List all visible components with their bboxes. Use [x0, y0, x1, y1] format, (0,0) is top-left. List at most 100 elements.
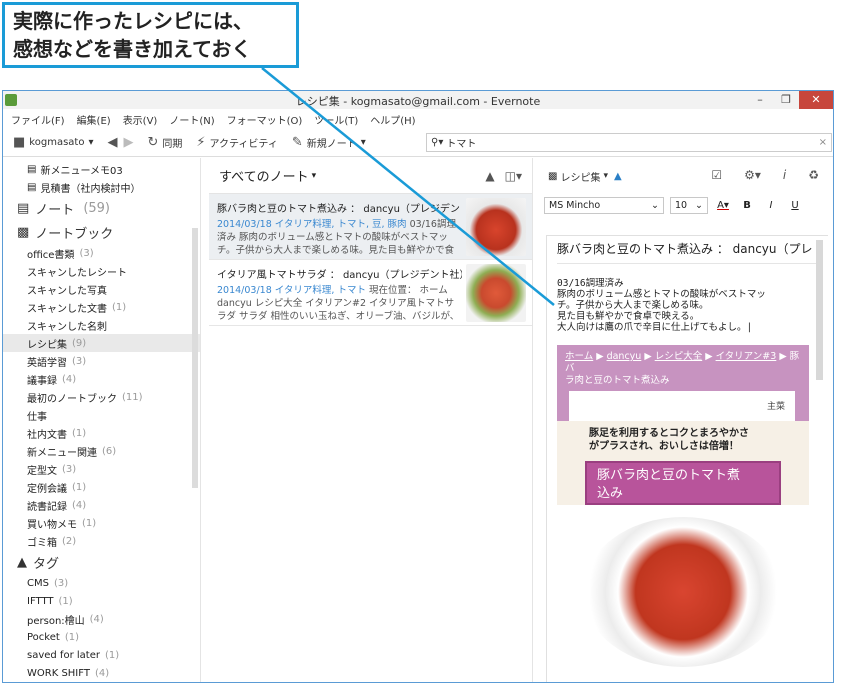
share-icon[interactable]: ▲ [485, 169, 494, 183]
search-input[interactable]: ⚲▾ トマト × [426, 133, 832, 152]
sidebar-tag[interactable]: person:檜山 (4) [3, 610, 200, 628]
sidebar-notebooks[interactable]: ▩ ノートブック [3, 220, 200, 244]
sidebar-notebook[interactable]: 定例会議 (1) [3, 478, 200, 496]
shortcut-note[interactable]: ▤ 見積書（社内検討中） [3, 178, 200, 196]
notebook-icon: ▩ [548, 170, 558, 182]
sidebar-notebook[interactable]: スキャンした写真 [3, 280, 200, 298]
minimize-button[interactable]: – [747, 91, 773, 109]
sidebar-notebook-count: (3) [72, 355, 87, 367]
sidebar-notebook[interactable]: 定型文 (3) [3, 460, 200, 478]
new-note-button[interactable]: ✎ 新規ノート ▾ [292, 135, 366, 150]
sidebar-notebook-label: スキャンした文書 [27, 303, 107, 315]
sidebar-scrollbar[interactable] [192, 228, 198, 488]
breadcrumb-italian[interactable]: イタリアン#3 [716, 351, 777, 362]
editor-body[interactable]: 豚バラ肉と豆のトマト煮込み ： dancyu（プレ 03/16調理済み 豚肉のボ… [546, 235, 828, 682]
sidebar-notebook[interactable]: レシピ集 (9) [3, 334, 200, 352]
new-note-label: 新規ノート [306, 139, 357, 150]
sidebar-notes[interactable]: ▤ ノート (59) [3, 196, 200, 220]
info-icon[interactable]: i [783, 168, 786, 182]
sidebar-tag[interactable]: saved for later (1) [3, 646, 200, 664]
menu-view[interactable]: 表示(V) [123, 112, 158, 127]
sidebar-notebook[interactable]: 買い物メモ (1) [3, 514, 200, 532]
view-options-icon[interactable]: ◫▾ [505, 169, 522, 183]
trash-icon[interactable]: ♻ [808, 168, 819, 182]
note-list-title[interactable]: すべてのノート [219, 166, 309, 185]
sidebar-tag-label: saved for later [27, 649, 100, 661]
sidebar-notebook[interactable]: 新メニュー関連 (6) [3, 442, 200, 460]
breadcrumb-dancyu[interactable]: dancyu [607, 351, 642, 362]
sidebar-notebook-count: (6) [102, 445, 117, 457]
menu-note[interactable]: ノート(N) [169, 112, 214, 127]
sidebar-tags[interactable]: ▲ タグ [3, 550, 200, 574]
activity-label: アクティビティ [209, 139, 278, 150]
note-date: 2014/03/18 [217, 219, 272, 230]
sidebar-notebook[interactable]: 社内文書 (1) [3, 424, 200, 442]
body-line: 03/16調理済み [557, 278, 624, 289]
sidebar-tag[interactable]: Pocket (1) [3, 628, 200, 646]
sidebar-tag[interactable]: WORK SHIFT (4) [3, 664, 200, 682]
note-card[interactable]: 豚バラ肉と豆のトマト煮込み ： dancyu（プレジデント社） 2014/03/… [209, 194, 532, 260]
forward-arrow-icon[interactable]: ▶ [123, 135, 133, 150]
editor-notebook[interactable]: レシピ集 [560, 169, 600, 184]
share-menu-icon[interactable]: ⚙▾ [744, 168, 761, 182]
underline-button[interactable]: U [786, 200, 804, 211]
sidebar-notebook[interactable]: office書類 (3) [3, 244, 200, 262]
sidebar-notebook[interactable]: 議事録 (4) [3, 370, 200, 388]
clear-search-icon[interactable]: × [819, 137, 827, 148]
sync-button[interactable]: ↻ 同期 [147, 135, 182, 150]
shortcut-label: 新メニューメモ03 [40, 165, 123, 177]
sidebar-notebook[interactable]: ゴミ箱 (2) [3, 532, 200, 550]
sidebar: ▤ 新メニューメモ03 ▤ 見積書（社内検討中） ▤ ノート (59) ▩ ノー… [3, 158, 201, 682]
tags-label: タグ [33, 556, 60, 572]
activity-button[interactable]: ⚡ アクティビティ [196, 135, 277, 150]
sidebar-tag-label: CMS [27, 577, 49, 589]
font-color-button[interactable]: A▾ [714, 200, 732, 211]
note-icon: ▤ [27, 163, 37, 175]
menu-edit[interactable]: 編集(E) [77, 112, 111, 127]
close-button[interactable]: ✕ [799, 91, 833, 109]
editor-scrollbar[interactable] [816, 240, 823, 380]
menu-bar: ファイル(F) 編集(E) 表示(V) ノート(N) フォーマット(O) ツール… [3, 109, 833, 129]
shortcut-label: 見積書（社内検討中） [40, 183, 141, 195]
sidebar-tag[interactable]: CMS (3) [3, 574, 200, 592]
sidebar-tag[interactable]: IFTTT (1) [3, 592, 200, 610]
share-icon[interactable]: ▲ [614, 171, 622, 182]
italic-button[interactable]: I [762, 200, 780, 211]
sync-label: 同期 [162, 139, 183, 150]
sidebar-notebook[interactable]: スキャンした名刺 [3, 316, 200, 334]
menu-help[interactable]: ヘルプ(H) [370, 112, 415, 127]
sidebar-notebook[interactable]: スキャンしたレシート [3, 262, 200, 280]
evernote-window: レシピ集 - kogmasato@gmail.com - Evernote – … [2, 90, 834, 683]
menu-file[interactable]: ファイル(F) [11, 112, 65, 127]
size-select[interactable]: 10 ⌄ [670, 196, 708, 214]
window-title: レシピ集 - kogmasato@gmail.com - Evernote [295, 95, 541, 108]
note-body-text[interactable]: 03/16調理済み 豚肉のボリューム感とトマトの酸味がベストマッ チ。子供から大… [557, 278, 828, 333]
sidebar-notebook-label: 買い物メモ [27, 519, 77, 531]
maximize-button[interactable]: ❐ [773, 91, 799, 109]
menu-format[interactable]: フォーマット(O) [227, 112, 303, 127]
sidebar-notebook-count: (1) [72, 481, 87, 493]
recipe-title-banner[interactable]: 豚バラ肉と豆のトマト煮 込み [585, 461, 781, 505]
sidebar-notebook[interactable]: 英語学習 (3) [3, 352, 200, 370]
sidebar-tag-label: Pocket [27, 631, 60, 643]
sidebar-notebook[interactable]: 仕事 [3, 406, 200, 424]
menu-tools[interactable]: ツール(T) [314, 112, 358, 127]
breadcrumb-home[interactable]: ホーム [565, 351, 593, 362]
sidebar-notebook[interactable]: スキャンした文書 (1) [3, 298, 200, 316]
web-lower: 豚足を利用するとコクとまろやかさ がプラスされ、おいしさは倍増！ 豚バラ肉と豆の… [557, 421, 809, 505]
breadcrumb-recipes[interactable]: レシピ大全 [655, 351, 703, 362]
font-select[interactable]: MS Mincho ⌄ [544, 196, 664, 214]
back-arrow-icon[interactable]: ◀ [107, 135, 117, 150]
format-bar: MS Mincho ⌄ 10 ⌄ A▾ B I U [534, 194, 833, 216]
note-list-header: すべてのノート ▾ ▲ ◫▾ [209, 158, 532, 194]
note-card[interactable]: イタリア風トマトサラダ ： dancyu（プレジデント社） 2014/03/18… [209, 260, 532, 326]
web-description: 豚足を利用するとコクとまろやかさ がプラスされ、おいしさは倍増！ [589, 427, 749, 453]
note-title-field[interactable]: 豚バラ肉と豆のトマト煮込み ： dancyu（プレ [557, 240, 822, 264]
shortcut-note[interactable]: ▤ 新メニューメモ03 [3, 160, 200, 178]
account-button[interactable]: ■ kogmasato ▾ [13, 135, 93, 150]
sidebar-notebook[interactable]: 読書記録 (4) [3, 496, 200, 514]
sidebar-notebook[interactable]: 最初のノートブック (11) [3, 388, 200, 406]
bold-button[interactable]: B [738, 200, 756, 211]
user-icon: ■ [13, 135, 26, 150]
reminder-icon[interactable]: ☑ [711, 168, 722, 182]
